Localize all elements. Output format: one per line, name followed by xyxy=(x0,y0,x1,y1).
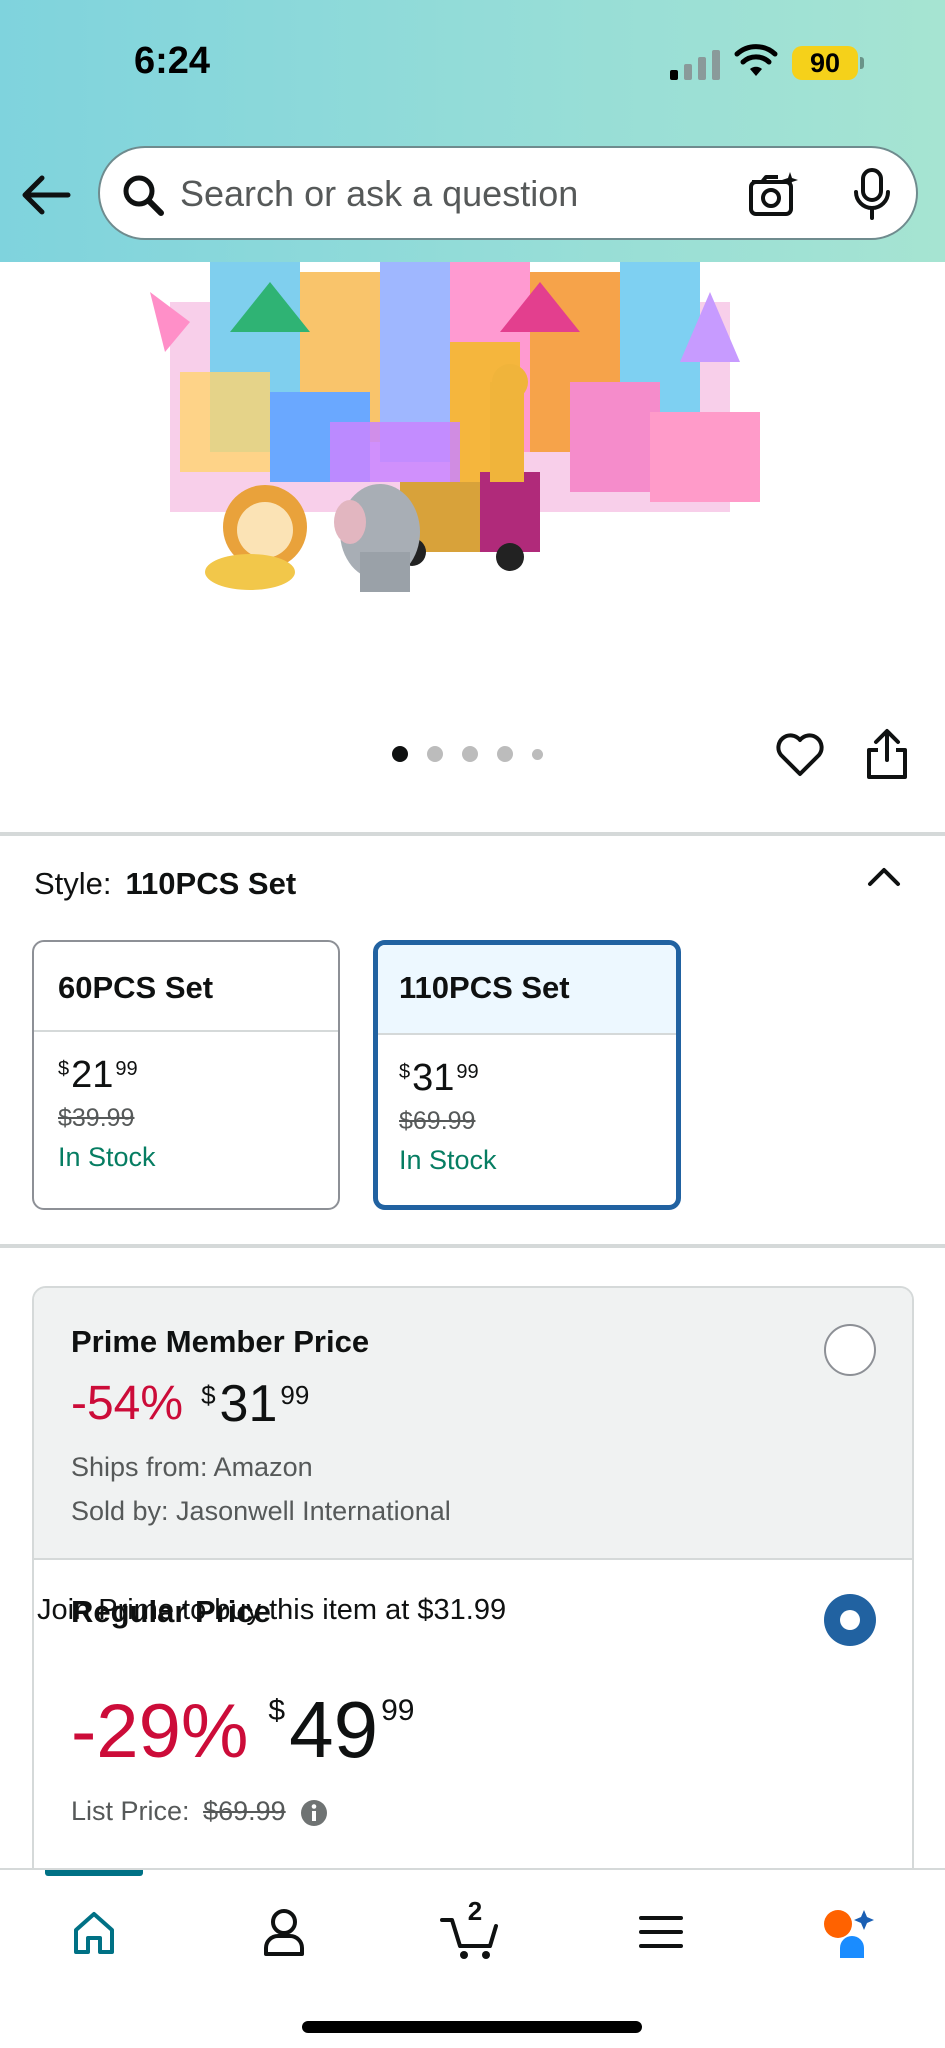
ships-from: Ships from: Amazon xyxy=(71,1452,313,1482)
chevron-up-icon[interactable] xyxy=(866,864,902,888)
section-divider xyxy=(0,832,945,836)
discount-percent: -54% xyxy=(71,1377,184,1430)
carousel-dot[interactable] xyxy=(497,746,513,762)
search-bar[interactable] xyxy=(98,146,918,240)
microphone-icon[interactable] xyxy=(852,168,892,220)
price-fraction: 99 xyxy=(280,1380,310,1410)
offer-title: Prime Member Price xyxy=(71,1324,370,1359)
price-whole: 49 xyxy=(289,1685,379,1774)
battery-level: 90 xyxy=(809,48,841,78)
carousel-dot[interactable] xyxy=(392,746,408,762)
price-whole: 31 xyxy=(412,1057,455,1099)
list-price-label: List Price: xyxy=(71,1796,190,1826)
price-symbol: $ xyxy=(58,1058,70,1080)
image-carousel-dots[interactable] xyxy=(392,746,543,762)
active-tab-indicator xyxy=(45,1870,143,1876)
style-option-110pcs[interactable]: 110PCS Set $ 31 99 $69.99 In Stock xyxy=(373,940,681,1210)
price-symbol: $ xyxy=(201,1380,216,1410)
price-fraction: 99 xyxy=(456,1061,479,1083)
regular-price: -29% $ 49 99 xyxy=(71,1685,415,1776)
product-image[interactable] xyxy=(150,262,800,662)
prime-price: -54% $ 31 99 xyxy=(71,1375,310,1434)
style-option-title: 60PCS Set xyxy=(34,942,338,1032)
join-prime-link[interactable]: Join Prime to buy this item at $31.99 xyxy=(37,1594,506,1627)
carousel-dot[interactable] xyxy=(462,746,478,762)
bottom-navigation: 2 xyxy=(0,1868,945,2048)
style-option-list-price: $69.99 xyxy=(399,1107,476,1135)
camera-lens-icon[interactable] xyxy=(748,170,798,218)
style-option-price: $ 21 99 xyxy=(58,1054,338,1102)
price-fraction: 99 xyxy=(381,1694,415,1727)
status-time: 6:24 xyxy=(134,40,211,82)
list-price-row: List Price: $69.99 xyxy=(71,1796,328,1827)
price-fraction: 99 xyxy=(115,1058,138,1080)
style-label: Style: xyxy=(34,866,112,901)
prime-price-radio[interactable] xyxy=(824,1324,876,1376)
cellular-signal-icon xyxy=(670,50,720,80)
heart-icon[interactable] xyxy=(775,730,825,778)
price-whole: 21 xyxy=(71,1054,114,1096)
cart-count-badge: 2 xyxy=(467,1896,483,1926)
price-whole: 31 xyxy=(219,1375,278,1433)
carousel-dot[interactable] xyxy=(532,748,543,760)
search-icon xyxy=(123,175,164,216)
share-icon[interactable] xyxy=(864,728,910,780)
price-symbol: $ xyxy=(268,1694,286,1727)
home-icon[interactable] xyxy=(54,1900,134,1962)
account-icon[interactable] xyxy=(244,1900,324,1962)
style-heading: Style: 110PCS Set xyxy=(34,866,296,902)
section-divider xyxy=(0,1244,945,1248)
regular-price-radio[interactable] xyxy=(824,1594,876,1646)
style-option-title: 110PCS Set xyxy=(378,945,676,1035)
discount-percent: -29% xyxy=(71,1689,249,1774)
style-option-price: $ 31 99 xyxy=(399,1057,676,1105)
style-option-list-price: $39.99 xyxy=(58,1104,135,1132)
battery-indicator: 90 xyxy=(792,46,864,80)
back-arrow-icon[interactable] xyxy=(20,172,72,218)
selected-style-name: 110PCS Set xyxy=(125,866,297,901)
cart-button[interactable]: 2 xyxy=(432,1896,512,1962)
wifi-icon xyxy=(734,44,778,76)
sold-by: Sold by: Jasonwell International xyxy=(71,1496,451,1526)
search-input[interactable] xyxy=(180,168,680,220)
style-option-60pcs[interactable]: 60PCS Set $ 21 99 $39.99 In Stock xyxy=(32,940,340,1210)
style-option-availability: In Stock xyxy=(399,1145,497,1175)
rufus-assistant-icon[interactable] xyxy=(806,1900,886,1962)
carousel-dot[interactable] xyxy=(427,746,443,762)
prime-price-option[interactable]: Prime Member Price -54% $ 31 99 Ships fr… xyxy=(34,1288,912,1560)
app-header: 6:24 90 xyxy=(0,0,945,262)
battery-nub xyxy=(860,57,864,69)
home-indicator-bar xyxy=(302,2021,642,2033)
list-price-value: $69.99 xyxy=(203,1796,286,1826)
menu-icon[interactable] xyxy=(621,1900,701,1962)
style-option-availability: In Stock xyxy=(58,1142,156,1172)
price-symbol: $ xyxy=(399,1061,411,1083)
info-icon[interactable] xyxy=(301,1799,328,1826)
